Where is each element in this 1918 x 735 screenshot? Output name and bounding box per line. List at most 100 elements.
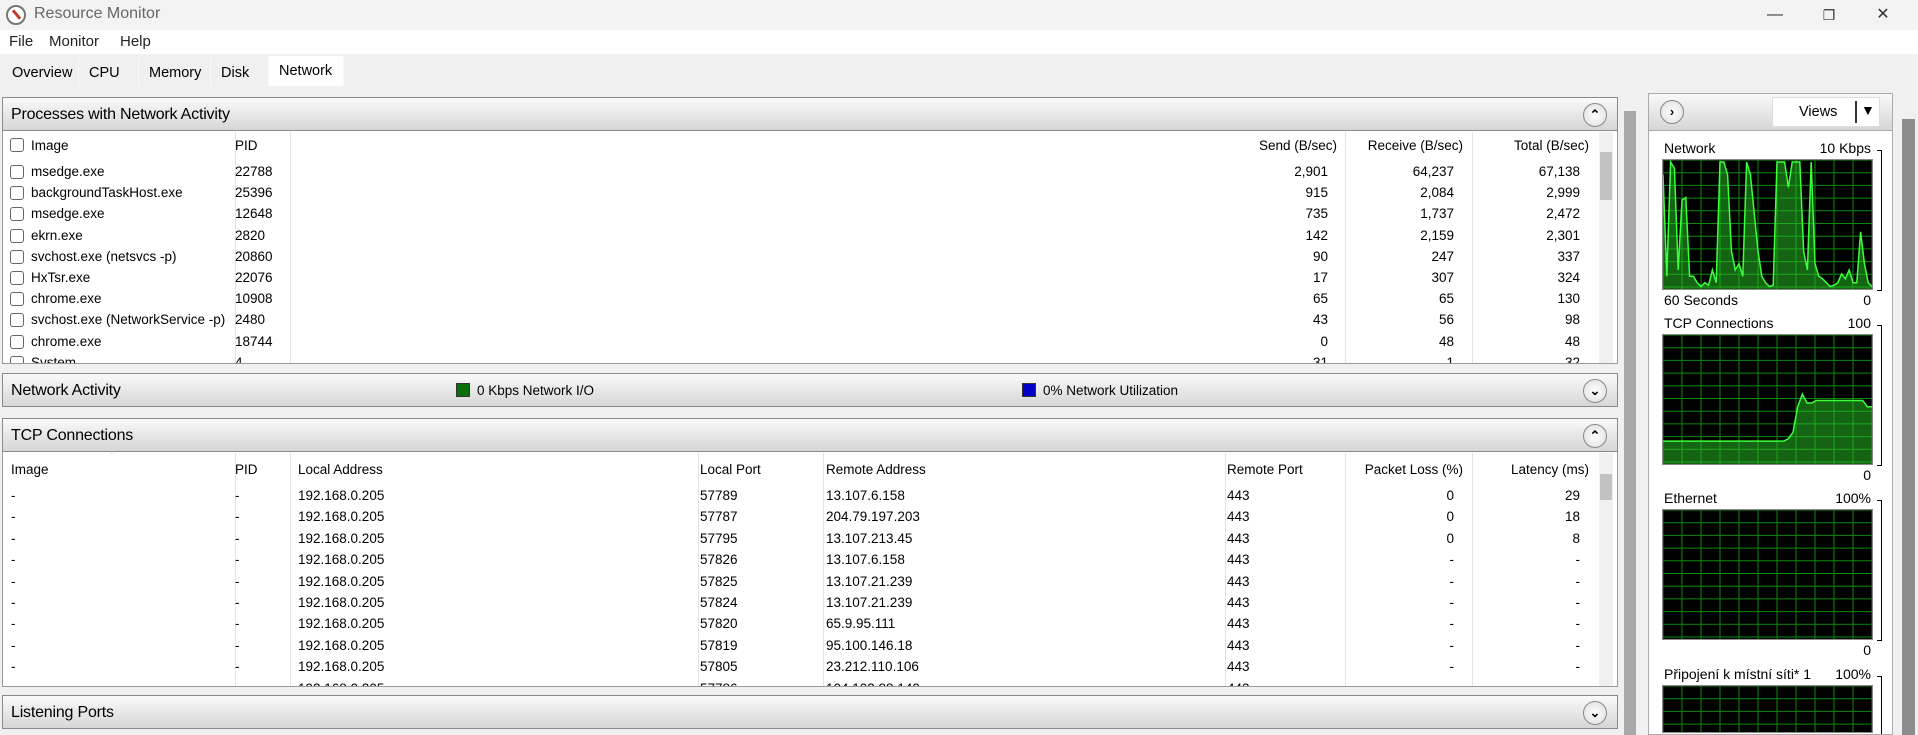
row-checkbox[interactable]	[10, 313, 24, 328]
select-all-checkbox[interactable]	[10, 138, 24, 152]
process-pid: 18744	[235, 333, 273, 349]
processes-scrollbar-thumb[interactable]	[1600, 152, 1612, 200]
tab-memory[interactable]: Memory	[139, 58, 211, 86]
table-row[interactable]: chrome.exe 10908 65 65 130	[3, 289, 1598, 310]
total-rate: 337	[1557, 248, 1580, 264]
tab-cpu[interactable]: CPU	[79, 58, 139, 86]
table-row[interactable]: - - 192.168.0.205 57826 13.107.6.158 443 - -	[3, 550, 1598, 571]
table-row[interactable]: - - 192.168.0.205 57824 13.107.21.239 443 - -	[3, 593, 1598, 614]
column-header-image[interactable]: Image	[31, 138, 69, 153]
total-rate: 2,472	[1546, 206, 1580, 222]
table-row[interactable]: ekrn.exe 2820 142 2,159 2,301	[3, 226, 1598, 247]
tcp-scrollbar[interactable]	[1599, 453, 1613, 686]
row-checkbox[interactable]	[10, 271, 24, 285]
process-pid: 25396	[235, 185, 273, 201]
column-header-local-address[interactable]: Local Address	[298, 462, 383, 477]
tcp-image: -	[11, 681, 16, 686]
row-checkbox[interactable]	[10, 228, 24, 243]
table-row[interactable]: backgroundTaskHost.exe 25396 915 2,084 2,999	[3, 183, 1598, 204]
tcp-image: -	[11, 573, 16, 589]
column-header-latency[interactable]: Latency (ms)	[1511, 462, 1589, 477]
network-io-legend-swatch	[456, 383, 470, 397]
column-header-send[interactable]: Send (B/sec)	[1259, 138, 1337, 153]
views-dropdown[interactable]: Views ▼	[1772, 97, 1880, 127]
tcp-header[interactable]: TCP Connections ⌃	[2, 418, 1618, 452]
column-header-local-port[interactable]: Local Port	[700, 462, 761, 477]
column-header-total[interactable]: Total (B/sec)	[1514, 138, 1589, 153]
table-row[interactable]: - - 192.168.0.205 57787 204.79.197.203 443 0 18	[3, 507, 1598, 528]
tcp-local-address: 192.168.0.205	[298, 681, 384, 686]
main-scrollbar-thumb[interactable]	[1624, 111, 1636, 735]
close-button[interactable]: ✕	[1860, 3, 1906, 27]
row-checkbox[interactable]	[10, 355, 24, 363]
process-image: msedge.exe	[31, 206, 105, 222]
table-row[interactable]: svchost.exe (netsvcs -p) 20860 90 247 337	[3, 247, 1598, 268]
graphs-scrollbar-thumb[interactable]	[1902, 119, 1915, 735]
table-row[interactable]: HxTsr.exe 22076 17 307 324	[3, 268, 1598, 289]
tcp-local-port: 57820	[700, 616, 738, 632]
row-checkbox[interactable]	[10, 186, 24, 201]
column-header-pid[interactable]: PID	[235, 138, 258, 153]
tcp-image: -	[11, 637, 16, 653]
maximize-button[interactable]: ❐	[1806, 3, 1852, 27]
table-row[interactable]: - - 192.168.0.205 57820 65.9.95.111 443 - -	[3, 614, 1598, 635]
column-header-receive[interactable]: Receive (B/sec)	[1368, 138, 1463, 153]
graphs-scrollbar[interactable]	[1900, 93, 1917, 735]
table-row[interactable]: System 4 31 1 32	[3, 353, 1598, 363]
receive-rate: 64,237	[1412, 164, 1454, 179]
column-header-image[interactable]: Image	[11, 462, 49, 477]
table-row[interactable]: msedge.exe 12648 735 1,737 2,472	[3, 204, 1598, 225]
hide-graphs-button[interactable]: ›	[1660, 100, 1684, 124]
collapse-tcp-button[interactable]: ⌃	[1583, 424, 1607, 448]
menu-help[interactable]: Help	[120, 33, 151, 50]
process-pid: 12648	[235, 206, 273, 222]
sort-indicator-icon: ˇ	[1570, 132, 1573, 139]
tcp-packet-loss: -	[1450, 681, 1455, 686]
table-row[interactable]: - - 192.168.0.205 57805 23.212.110.106 443 - -	[3, 657, 1598, 678]
processes-scrollbar[interactable]	[1599, 132, 1613, 363]
row-checkbox[interactable]	[10, 292, 24, 307]
table-row[interactable]: - - 192.168.0.205 57789 13.107.6.158 443 0 29	[3, 486, 1598, 507]
tcp-remote-port: 443	[1227, 530, 1250, 546]
tcp-remote-address: 204.79.197.203	[826, 509, 920, 525]
tcp-title: TCP Connections	[11, 427, 134, 444]
column-header-pid[interactable]: PID	[235, 462, 258, 477]
column-header-packet-loss[interactable]: Packet Loss (%)	[1365, 462, 1463, 477]
table-row[interactable]: - - 192.168.0.205 57795 13.107.213.45 443 0 8	[3, 529, 1598, 550]
network-activity-header[interactable]: Network Activity 0 Kbps Network I/O 0% N…	[2, 373, 1618, 407]
row-checkbox[interactable]	[10, 207, 24, 222]
column-header-remote-port[interactable]: Remote Port	[1227, 462, 1303, 477]
row-checkbox[interactable]	[10, 334, 24, 349]
expand-network-activity-button[interactable]: ⌄	[1583, 379, 1607, 403]
expand-listening-ports-button[interactable]: ⌄	[1583, 701, 1607, 725]
receive-rate: 2,084	[1420, 185, 1454, 201]
table-row[interactable]: - - 192.168.0.205 57786 104.103.88.140 443 - -	[3, 679, 1598, 686]
main-scrollbar[interactable]	[1622, 93, 1638, 735]
tcp-packet-loss: 0	[1446, 530, 1454, 546]
listening-ports-header[interactable]: Listening Ports ⌄	[2, 695, 1618, 729]
tcp-packet-loss: -	[1449, 659, 1455, 675]
send-rate: 31	[1312, 354, 1328, 363]
table-row[interactable]: chrome.exe 18744 0 48 48	[3, 332, 1598, 353]
tab-disk[interactable]: Disk	[211, 58, 269, 86]
menu-file[interactable]: File	[9, 33, 33, 50]
collapse-processes-button[interactable]: ⌃	[1583, 103, 1607, 127]
tcp-local-address: 192.168.0.205	[298, 637, 385, 653]
table-row[interactable]: - - 192.168.0.205 57825 13.107.21.239 443 - -	[3, 572, 1598, 593]
row-checkbox[interactable]	[10, 249, 24, 264]
menu-monitor[interactable]: Monitor	[49, 33, 99, 50]
tab-overview[interactable]: Overview	[2, 58, 79, 86]
tab-network[interactable]: Network	[269, 56, 344, 86]
tcp-scrollbar-thumb[interactable]	[1600, 474, 1612, 500]
row-checkbox[interactable]	[10, 165, 24, 179]
tcp-table: Image PID Local Address Local Port Remote Ad…	[3, 453, 1617, 686]
table-row[interactable]: - - 192.168.0.205 57819 95.100.146.18 443 - -	[3, 636, 1598, 657]
tcp-image: -	[11, 616, 16, 632]
process-image: HxTsr.exe	[31, 270, 91, 285]
processes-header[interactable]: Processes with Network Activity ⌃	[2, 97, 1618, 131]
table-row[interactable]: msedge.exe 22788 2,901 64,237 67,138	[3, 162, 1598, 183]
table-row[interactable]: svchost.exe (NetworkService -p) 2480 43 56 9…	[3, 310, 1598, 331]
graphs-panel	[1648, 93, 1893, 735]
minimize-button[interactable]: —	[1752, 3, 1798, 27]
column-header-remote-address[interactable]: Remote Address	[826, 462, 926, 477]
